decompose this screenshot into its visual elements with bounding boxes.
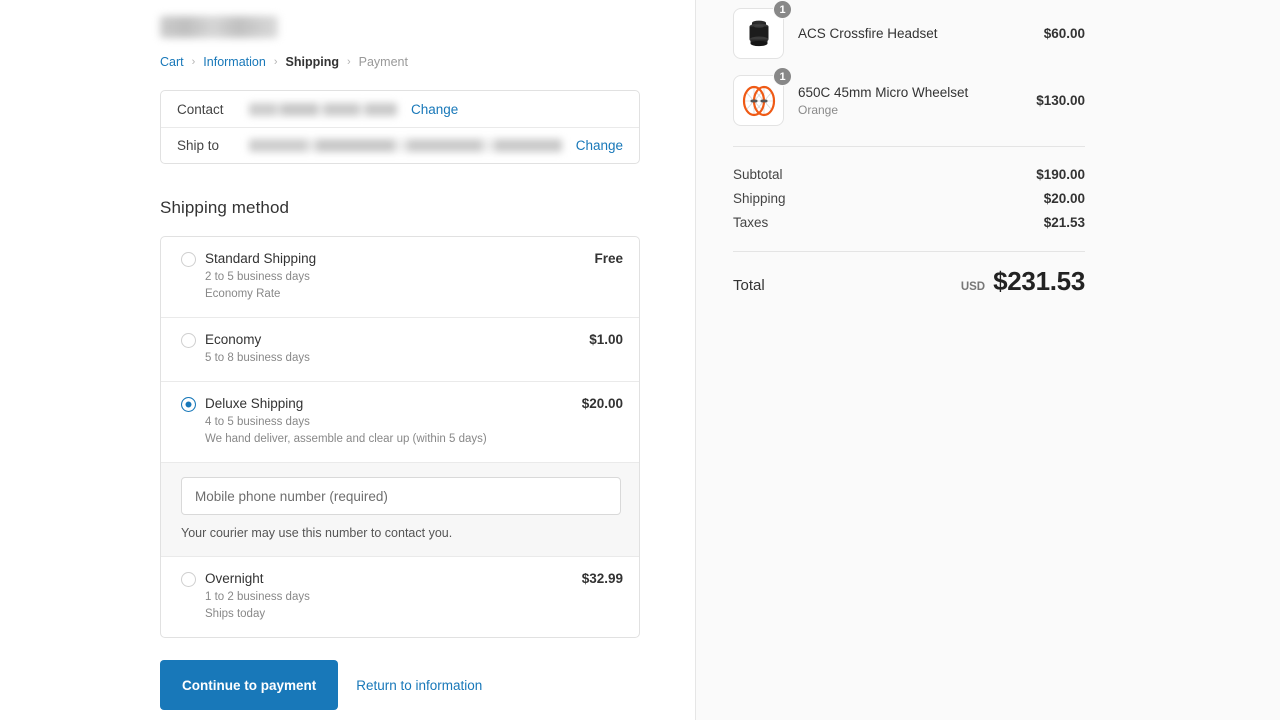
product-price: $60.00 [1044, 26, 1085, 41]
product-title: 650C 45mm Micro Wheelset [798, 84, 1036, 101]
shipping-option-subtitle: 4 to 5 business days [205, 414, 570, 430]
shipping-total-label: Shipping [733, 187, 786, 211]
chevron-right-icon: › [347, 54, 351, 70]
breadcrumb-item-cart[interactable]: Cart [160, 54, 184, 70]
currency-code: USD [961, 281, 985, 293]
breadcrumb-item-payment: Payment [359, 54, 408, 70]
product-price: $130.00 [1036, 93, 1085, 108]
shipping-option-subtitle: 5 to 8 business days [205, 350, 577, 366]
shipping-option-title: Overnight [205, 571, 570, 587]
grand-total-value: $231.53 [993, 266, 1085, 297]
ship-to-value-redacted [249, 139, 562, 152]
contact-value-redacted [249, 103, 397, 116]
shipping-option-price: $1.00 [589, 332, 623, 347]
order-summary-card: Contact Change Ship to Change [160, 90, 640, 164]
mobile-phone-input[interactable] [181, 477, 621, 515]
breadcrumb: Cart › Information › Shipping › Payment [160, 54, 640, 70]
product-title: ACS Crossfire Headset [798, 25, 1044, 42]
subtotal-label: Subtotal [733, 163, 783, 187]
chevron-right-icon: › [192, 54, 196, 70]
subtotal-row: Subtotal $190.00 [733, 163, 1085, 187]
shipping-option-economy[interactable]: Economy 5 to 8 business days $1.00 [161, 317, 639, 381]
product-thumbnail-wrap: 1 [733, 75, 784, 126]
contact-change-link[interactable]: Change [411, 102, 458, 117]
shipping-total-row: Shipping $20.00 [733, 187, 1085, 211]
return-to-information-link[interactable]: Return to information [356, 678, 482, 693]
ship-to-row: Ship to Change [161, 127, 639, 163]
shipping-option-standard[interactable]: Standard Shipping 2 to 5 business days E… [161, 237, 639, 317]
order-line-item: 1 650C 45mm Micro Wheelset Orange $130.0… [733, 67, 1085, 134]
shipping-option-note: We hand deliver, assemble and clear up (… [205, 431, 570, 447]
radio-deluxe-shipping[interactable] [181, 397, 196, 412]
grand-total-label: Total [733, 277, 765, 294]
breadcrumb-item-information[interactable]: Information [203, 54, 266, 70]
product-variant: Orange [798, 102, 1036, 118]
mobile-phone-help-text: Your courier may use this number to cont… [181, 526, 621, 540]
grand-total-divider [733, 251, 1085, 252]
checkout-main-column: Cart › Information › Shipping › Payment … [0, 0, 696, 720]
shipping-option-price: Free [594, 251, 623, 266]
chevron-right-icon: › [274, 54, 278, 70]
taxes-label: Taxes [733, 211, 768, 235]
quantity-badge: 1 [773, 67, 792, 86]
shipping-method-heading: Shipping method [160, 198, 640, 218]
contact-row: Contact Change [161, 91, 639, 127]
shipping-option-price: $32.99 [582, 571, 623, 586]
checkout-page: Cart › Information › Shipping › Payment … [0, 0, 1280, 720]
breadcrumb-item-shipping: Shipping [286, 54, 339, 70]
ship-to-change-link[interactable]: Change [576, 138, 623, 153]
taxes-value: $21.53 [1044, 211, 1085, 235]
product-thumbnail-wrap: 1 [733, 8, 784, 59]
shipping-option-title: Economy [205, 332, 577, 348]
shipping-option-title: Standard Shipping [205, 251, 582, 267]
order-line-item: 1 ACS Crossfire Headset $60.00 [733, 0, 1085, 67]
quantity-badge: 1 [773, 0, 792, 19]
shipping-total-value: $20.00 [1044, 187, 1085, 211]
shipping-option-note: Ships today [205, 606, 570, 622]
shipping-option-price: $20.00 [582, 396, 623, 411]
store-name-redacted [160, 16, 278, 38]
grand-total-row: Total USD $231.53 [733, 266, 1085, 297]
contact-label: Contact [177, 102, 249, 117]
checkout-actions: Continue to payment Return to informatio… [160, 660, 640, 710]
order-summary-panel: 1 ACS Crossfire Headset $60.00 [696, 0, 1280, 720]
radio-standard-shipping[interactable] [181, 252, 196, 267]
continue-to-payment-button[interactable]: Continue to payment [160, 660, 338, 710]
shipping-option-overnight[interactable]: Overnight 1 to 2 business days Ships tod… [161, 556, 639, 637]
summary-divider [733, 146, 1085, 147]
subtotal-value: $190.00 [1036, 163, 1085, 187]
radio-overnight[interactable] [181, 572, 196, 587]
radio-economy[interactable] [181, 333, 196, 348]
shipping-option-note: Economy Rate [205, 286, 582, 302]
shipping-option-subtitle: 1 to 2 business days [205, 589, 570, 605]
shipping-option-title: Deluxe Shipping [205, 396, 570, 412]
ship-to-label: Ship to [177, 138, 249, 153]
shipping-options-group: Standard Shipping 2 to 5 business days E… [160, 236, 640, 638]
courier-phone-block: Your courier may use this number to cont… [161, 462, 639, 556]
shipping-option-deluxe[interactable]: Deluxe Shipping 4 to 5 business days We … [161, 381, 639, 462]
taxes-row: Taxes $21.53 [733, 211, 1085, 235]
shipping-option-subtitle: 2 to 5 business days [205, 269, 582, 285]
